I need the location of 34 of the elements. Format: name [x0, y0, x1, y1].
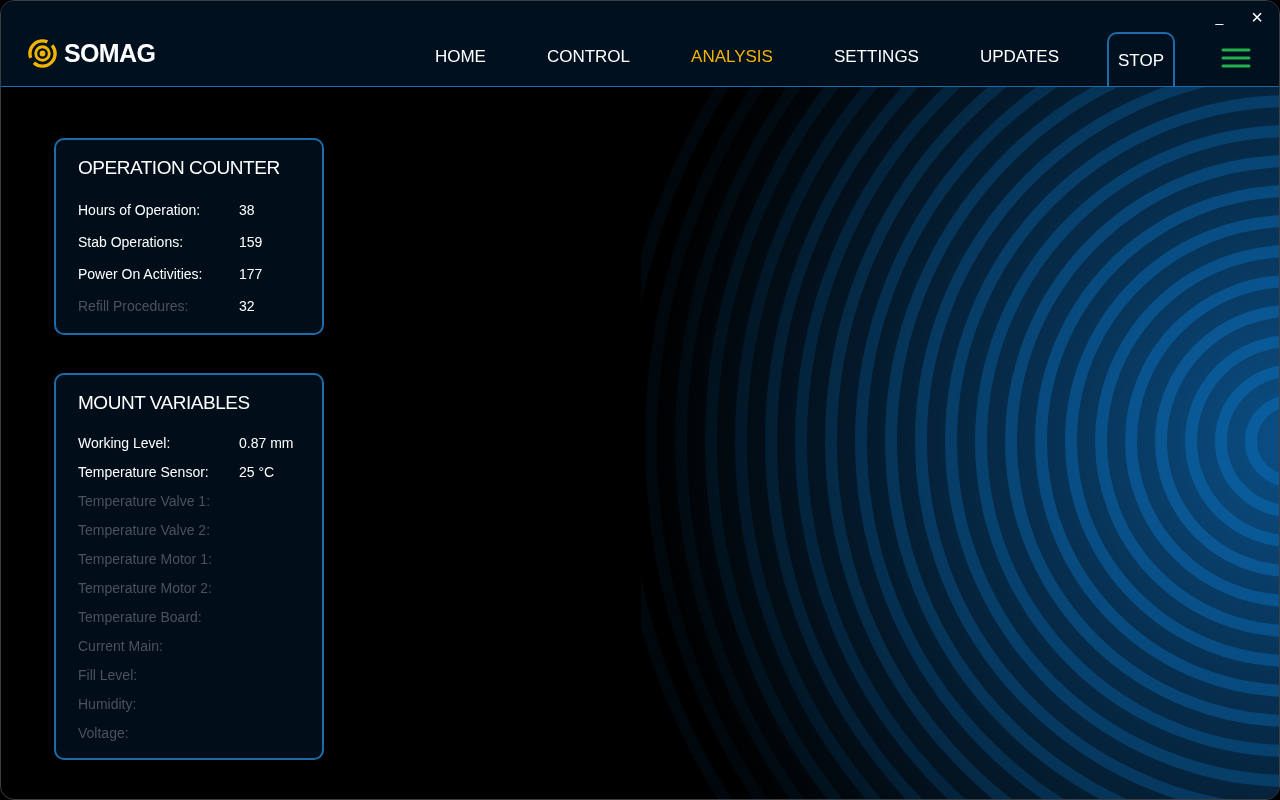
field-label: Humidity: [78, 695, 138, 714]
field-label: Temperature Motor 1: [78, 550, 213, 569]
nav-tab[interactable]: ANALYSIS [673, 43, 791, 69]
field-value: 25 °C [239, 463, 275, 482]
nav-tab[interactable]: CONTROL [528, 43, 649, 69]
stop-button[interactable]: STOP [1107, 32, 1175, 86]
nav-tab[interactable]: SETTINGS [815, 43, 937, 69]
field-label: Hours of Operation: [78, 201, 202, 220]
logo-icon [27, 37, 58, 69]
field-label: Temperature Motor 2: [78, 579, 213, 598]
minimize-button[interactable]: _ [1215, 10, 1224, 24]
field-label: Temperature Valve 2: [78, 521, 212, 540]
field-label: Voltage: [78, 724, 130, 743]
field-label: Temperature Board: [78, 608, 203, 627]
field-value: 159 [239, 233, 263, 252]
card-title: MOUNT VARIABLES [78, 390, 251, 415]
field-label: Refill Procedures: [78, 297, 190, 316]
field-label: Temperature Valve 1: [78, 492, 212, 511]
field-label: Power On Activities: [78, 265, 204, 284]
field-value: 32 [239, 297, 255, 316]
logo-text: SOMAG [64, 37, 156, 69]
field-label: Temperature Sensor: [78, 463, 210, 482]
field-value: 0.87 mm [239, 434, 294, 453]
field-label: Stab Operations: [78, 233, 185, 252]
field-value: 177 [239, 265, 263, 284]
field-label: Fill Level: [78, 666, 139, 685]
close-button[interactable]: × [1251, 7, 1263, 27]
nav-tab[interactable]: UPDATES [961, 43, 1077, 69]
card-title: OPERATION COUNTER [78, 156, 281, 180]
menu-icon[interactable] [1221, 48, 1251, 68]
nav-tab[interactable]: HOME [416, 43, 504, 69]
field-label: Working Level: [78, 434, 172, 453]
field-value: 38 [239, 201, 255, 220]
field-label: Current Main: [78, 637, 164, 656]
